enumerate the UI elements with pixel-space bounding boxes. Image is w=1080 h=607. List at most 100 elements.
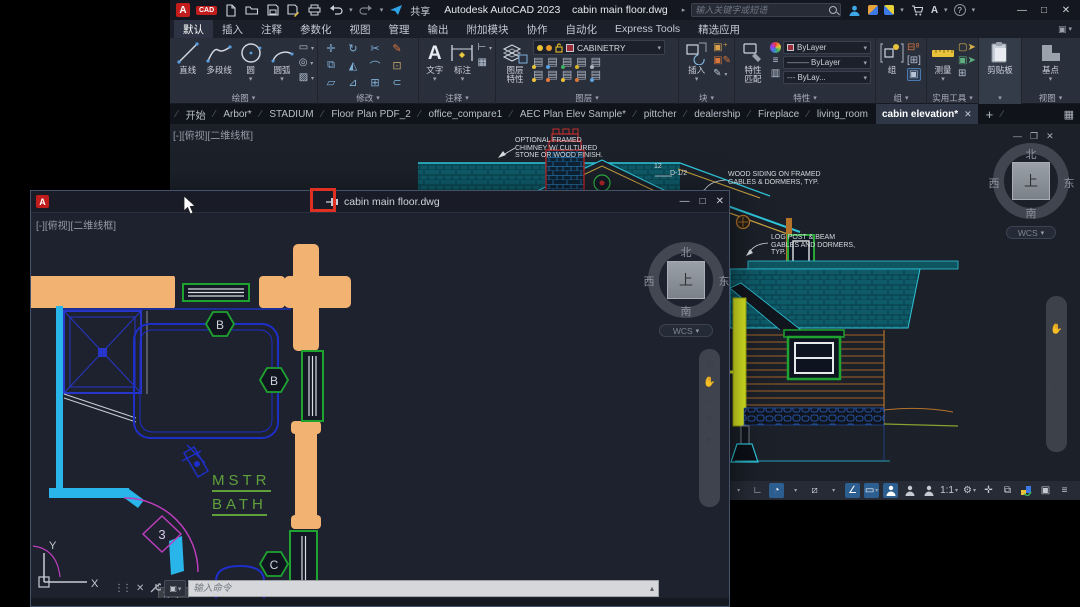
object-color-select[interactable]: ByLayer▾ (783, 41, 871, 54)
layer-tool-icon[interactable]: ▤ (576, 57, 586, 68)
panel-group-label[interactable]: 组▾ (876, 92, 926, 104)
graphics-performance-icon[interactable] (1019, 483, 1034, 498)
doc-close-icon[interactable]: ✕ (1046, 131, 1054, 142)
ribbon-tab-insert[interactable]: 插入 (213, 20, 252, 38)
panel-annotation-label[interactable]: 注释▾ (419, 92, 495, 104)
ribbon-tab-annotate[interactable]: 注释 (252, 20, 291, 38)
osnap-toggle[interactable]: ▭▾ (864, 483, 879, 498)
layer-tool-icon[interactable]: ▤ (547, 70, 557, 81)
viewcube-south[interactable]: 南 (678, 303, 694, 319)
erase-tool[interactable]: ✎ (392, 42, 401, 55)
new-file-button[interactable] (223, 3, 238, 18)
cart-icon[interactable] (910, 3, 925, 18)
layer-tool-icon[interactable]: ▤ (533, 70, 543, 81)
floating-title-bar[interactable]: A cabin main floor.dwg — □ ✕ (31, 191, 729, 213)
file-tab[interactable]: AEC Plan Elev Sample* (514, 107, 632, 122)
float-minimize-button[interactable]: — (680, 196, 690, 207)
text-tool[interactable]: A文字▾ (422, 40, 447, 84)
ribbon-tab-view[interactable]: 视图 (341, 20, 380, 38)
leader-tool[interactable]: ⊢ ▾ (477, 42, 492, 55)
help-menu[interactable]: ? (954, 4, 966, 16)
floating-drawing-window[interactable]: A cabin main floor.dwg — □ ✕ (30, 190, 730, 607)
viewcube-north[interactable]: 北 (678, 244, 694, 260)
annotation-scale-value[interactable]: 1:1▾ (940, 483, 958, 498)
arc-tool[interactable]: 圆弧▾ (267, 40, 296, 84)
hatch-tool[interactable]: ▨ ▾ (299, 72, 314, 85)
lineweight-icon[interactable]: ≡ (773, 55, 779, 66)
layer-tool-icon[interactable]: ▤ (533, 57, 543, 68)
clean-screen-toggle[interactable]: ≡ (1057, 483, 1072, 498)
pan-icon[interactable]: ✋ (1050, 325, 1062, 335)
wcs-menu[interactable]: WCS▾ (1006, 226, 1056, 239)
trim-tool[interactable]: ✂ (370, 42, 379, 55)
match-properties-button[interactable]: 特性 匹配 (738, 40, 768, 84)
ribbon-tab-output[interactable]: 输出 (419, 20, 458, 38)
zoom-icon[interactable]: ⌕ (707, 397, 713, 407)
quick-properties-toggle[interactable]: ⧉ (1000, 483, 1015, 498)
layer-tool-icon[interactable]: ▤ (547, 57, 557, 68)
stretch-tool[interactable]: ▱ (327, 76, 335, 89)
file-tab[interactable]: dealership (688, 107, 746, 122)
ribbon-display-caret-icon[interactable]: ▾ (1068, 25, 1072, 33)
minimize-button[interactable]: — (1014, 5, 1030, 16)
polar-tracking-toggle[interactable]: ◔ (769, 483, 784, 498)
panel-modify-label[interactable]: 修改▾ (318, 92, 418, 104)
redo-caret-icon[interactable]: ▾ (380, 6, 384, 14)
float-close-button[interactable]: ✕ (716, 196, 724, 207)
table-tool[interactable]: ▦ (477, 57, 492, 68)
viewcube-south[interactable]: 南 (1023, 205, 1039, 221)
ribbon-tab-featured[interactable]: 精选应用 (689, 20, 749, 38)
quick-calc-tool[interactable]: ▣➤ (958, 55, 976, 66)
floating-drawing-area[interactable]: 3 B B C Y X [-][俯视][二维线框] MSTR BATH (31, 213, 729, 606)
undo-button[interactable] (328, 3, 343, 18)
showmotion-icon[interactable]: ▸ (1054, 382, 1059, 392)
transparency-icon[interactable]: ▥ (771, 68, 780, 79)
doc-restore-icon[interactable]: ❐ (1030, 131, 1038, 142)
ribbon-display-icon[interactable]: ▣ (1058, 24, 1067, 35)
app-store-icon[interactable] (868, 5, 878, 15)
search-input[interactable] (695, 5, 829, 15)
undo-caret-icon[interactable]: ▾ (349, 6, 353, 14)
new-tab-button[interactable]: + (980, 105, 1000, 124)
annotation-visibility-toggle[interactable] (883, 483, 898, 498)
viewcube-west[interactable]: 西 (986, 175, 1002, 191)
viewcube-north[interactable]: 北 (1023, 146, 1039, 162)
save-button[interactable] (265, 3, 280, 18)
autoscale-toggle[interactable] (902, 483, 917, 498)
annotation-monitor-toggle[interactable]: ✛ (981, 483, 996, 498)
wcs-menu[interactable]: WCS▾ (659, 324, 713, 337)
float-maximize-button[interactable]: □ (700, 196, 706, 207)
panel-draw-label[interactable]: 绘图▾ (170, 92, 317, 104)
group-edit-tool[interactable]: [⊞] (907, 55, 921, 66)
panel-utilities-label[interactable]: 实用工具▾ (927, 92, 978, 104)
group-button[interactable]: 组 (879, 40, 905, 75)
fillet-tool[interactable]: ⌒ (370, 58, 381, 74)
copy-tool[interactable]: ⧉ (327, 59, 335, 72)
command-close-icon[interactable]: ✕ (136, 583, 144, 594)
command-history-icon[interactable]: ▴ (650, 584, 654, 593)
base-point-button[interactable]: 基点▾ (1036, 40, 1066, 84)
ribbon-tab-parametric[interactable]: 参数化 (291, 20, 341, 38)
isodraft-caret-icon[interactable]: ▾ (826, 483, 841, 498)
open-file-button[interactable] (244, 3, 259, 18)
ribbon-tab-automate[interactable]: 自动化 (557, 20, 607, 38)
isolate-objects-toggle[interactable]: ▣ (1038, 483, 1053, 498)
showmotion-icon[interactable]: ▸ (707, 435, 712, 445)
orbit-icon[interactable]: ⟳ (1052, 363, 1060, 373)
panel-view-label[interactable]: 视图▾ (1022, 92, 1079, 104)
panel-layers-label[interactable]: 图层▾ (496, 92, 678, 104)
tab-overview-icon[interactable]: ▦ (1064, 108, 1074, 121)
polyline-tool[interactable]: 多段线 (204, 40, 233, 75)
ribbon-tab-addins[interactable]: 附加模块 (458, 20, 518, 38)
layer-tool-icon[interactable]: ▤ (576, 70, 586, 81)
measure-button[interactable]: 测量▾ (930, 40, 956, 84)
orbit-icon[interactable]: ⟳ (705, 416, 713, 426)
maximize-button[interactable]: □ (1036, 5, 1052, 16)
account-caret-icon[interactable]: ▾ (944, 6, 948, 14)
viewcube-east[interactable]: 东 (716, 273, 729, 289)
command-input[interactable] (193, 583, 650, 594)
doc-minimize-icon[interactable]: — (1013, 131, 1022, 142)
customize-wrench-icon[interactable] (150, 582, 161, 596)
rotate-tool[interactable]: ↻ (348, 42, 357, 55)
calculator-tool[interactable]: ⊞ (958, 68, 976, 79)
